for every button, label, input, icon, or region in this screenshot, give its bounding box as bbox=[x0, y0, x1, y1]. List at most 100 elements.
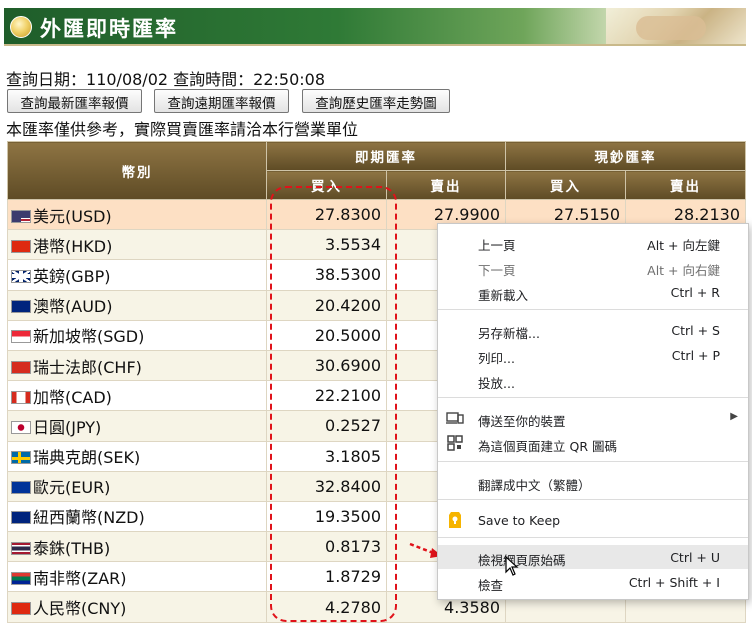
currency-cell: 瑞典克朗(SEK) bbox=[7, 440, 267, 472]
menu-item-label: 翻譯成中文（繁體） bbox=[478, 478, 591, 493]
menu-item-shortcut: Ctrl + R bbox=[670, 285, 720, 300]
menu-item-send-to-device[interactable]: 傳送至你的裝置 ▶ bbox=[438, 406, 748, 430]
menu-item-shortcut: Alt + 向左鍵 bbox=[647, 238, 720, 253]
sg-flag-icon bbox=[11, 330, 31, 344]
menu-item-label: 檢查 bbox=[478, 578, 504, 593]
page-title: 外匯即時匯率 bbox=[40, 17, 178, 41]
currency-cell: 紐西蘭幣(NZD) bbox=[7, 500, 267, 533]
menu-item-cast[interactable]: 投放... bbox=[438, 368, 748, 392]
currency-cell: 歐元(EUR) bbox=[7, 470, 267, 502]
menu-separator bbox=[438, 309, 748, 310]
ca-flag-icon bbox=[11, 390, 31, 404]
jp-flag-icon bbox=[11, 420, 31, 434]
menu-item-label: Save to Keep bbox=[478, 513, 561, 528]
query-time: 22:50:08 bbox=[253, 70, 326, 89]
menu-separator bbox=[438, 537, 748, 538]
se-flag-icon bbox=[11, 451, 31, 465]
currency-name: 人民幣(CNY) bbox=[33, 599, 127, 619]
menu-item-label: 為這個頁面建立 QR 圖碼 bbox=[478, 439, 617, 454]
currency-name: 新加坡幣(SGD) bbox=[33, 327, 145, 347]
currency-name: 港幣(HKD) bbox=[33, 236, 113, 256]
menu-item-shortcut: Ctrl + S bbox=[671, 323, 720, 338]
currency-name: 英鎊(GBP) bbox=[33, 266, 111, 286]
menu-item-shortcut: Ctrl + P bbox=[671, 348, 720, 363]
za-flag-icon bbox=[11, 571, 31, 585]
us-flag-icon bbox=[11, 209, 31, 223]
currency-name: 南非幣(ZAR) bbox=[33, 568, 127, 588]
spot-sell-header: 賣出 bbox=[386, 170, 506, 200]
menu-item-label: 列印... bbox=[478, 351, 515, 366]
th-flag-icon bbox=[11, 541, 31, 555]
menu-item-label: 傳送至你的裝置 bbox=[478, 414, 566, 429]
menu-item-save-to-keep[interactable]: Save to Keep bbox=[438, 508, 748, 532]
browser-context-menu: 上一頁 Alt + 向左鍵 下一頁 Alt + 向右鍵 重新載入 Ctrl + … bbox=[437, 223, 749, 600]
currency-name: 美元(USD) bbox=[33, 206, 112, 226]
menu-separator bbox=[438, 461, 748, 462]
currency-cell: 人民幣(CNY) bbox=[7, 591, 267, 623]
currency-name: 瑞士法郎(CHF) bbox=[33, 357, 142, 377]
menu-item-save-as[interactable]: 另存新檔... Ctrl + S bbox=[438, 318, 748, 342]
currency-cell: 港幣(HKD) bbox=[7, 229, 267, 261]
menu-item-label: 另存新檔... bbox=[478, 326, 540, 341]
menu-item-print[interactable]: 列印... Ctrl + P bbox=[438, 343, 748, 367]
qr-code-icon bbox=[447, 435, 463, 451]
currency-cell: 泰銖(THB) bbox=[7, 531, 267, 563]
currency-cell: 南非幣(ZAR) bbox=[7, 561, 267, 593]
menu-item-label: 檢視網頁原始碼 bbox=[478, 553, 566, 568]
query-info: 查詢日期：110/08/02 查詢時間：22:50:08 bbox=[6, 66, 325, 90]
query-date-label: 查詢日期： bbox=[6, 70, 87, 89]
spot-rate-header: 即期匯率 bbox=[266, 141, 506, 171]
mouse-pointer-icon bbox=[505, 556, 519, 576]
devices-icon bbox=[446, 412, 464, 424]
currency-name: 瑞典克朗(SEK) bbox=[33, 448, 141, 468]
menu-item-label: 重新載入 bbox=[478, 288, 529, 303]
menu-item-forward: 下一頁 Alt + 向右鍵 bbox=[438, 255, 748, 279]
gb-flag-icon bbox=[11, 269, 31, 283]
menu-item-translate[interactable]: 翻譯成中文（繁體） bbox=[438, 470, 748, 494]
cn-flag-icon bbox=[11, 602, 31, 616]
cash-sell-header: 賣出 bbox=[625, 170, 746, 200]
query-date: 110/08/02 bbox=[86, 70, 169, 89]
history-chart-button[interactable]: 查詢歷史匯率走勢圖 bbox=[302, 89, 450, 113]
menu-item-shortcut: Alt + 向右鍵 bbox=[647, 263, 720, 278]
menu-item-shortcut: Ctrl + U bbox=[670, 550, 720, 565]
hk-flag-icon bbox=[11, 239, 31, 253]
latest-rates-button[interactable]: 查詢最新匯率報價 bbox=[7, 89, 142, 113]
menu-separator bbox=[438, 397, 748, 398]
currency-name: 日圓(JPY) bbox=[33, 417, 102, 437]
spot-buy-annotation bbox=[270, 186, 397, 622]
menu-item-shortcut: Ctrl + Shift + I bbox=[628, 575, 720, 590]
currency-name: 泰銖(THB) bbox=[33, 538, 111, 558]
au-flag-icon bbox=[11, 300, 31, 314]
cash-rate-header: 現鈔匯率 bbox=[505, 141, 746, 171]
cash-buy-header: 買入 bbox=[505, 170, 626, 200]
menu-separator bbox=[438, 499, 748, 500]
menu-item-label: 上一頁 bbox=[478, 238, 516, 253]
nz-flag-icon bbox=[11, 511, 31, 525]
currency-cell: 澳幣(AUD) bbox=[7, 289, 267, 321]
header-bullet-icon bbox=[10, 16, 32, 38]
currency-name: 加幣(CAD) bbox=[33, 387, 112, 407]
ch-flag-icon bbox=[11, 360, 31, 374]
forward-rates-button[interactable]: 查詢遠期匯率報價 bbox=[154, 89, 289, 113]
currency-cell: 日圓(JPY) bbox=[7, 410, 267, 442]
menu-item-qr-code[interactable]: 為這個頁面建立 QR 圖碼 bbox=[438, 431, 748, 455]
currency-name: 歐元(EUR) bbox=[33, 478, 111, 498]
menu-item-view-source[interactable]: 檢視網頁原始碼 Ctrl + U bbox=[438, 545, 748, 569]
keep-icon bbox=[449, 512, 461, 528]
menu-item-label: 投放... bbox=[478, 376, 515, 391]
menu-item-reload[interactable]: 重新載入 Ctrl + R bbox=[438, 280, 748, 304]
query-time-label: 查詢時間： bbox=[173, 70, 254, 89]
currency-column-header: 幣別 bbox=[7, 141, 267, 200]
menu-item-label: 下一頁 bbox=[478, 263, 516, 278]
currency-cell: 瑞士法郎(CHF) bbox=[7, 349, 267, 382]
submenu-arrow-icon: ▶ bbox=[730, 411, 738, 422]
currency-cell: 加幣(CAD) bbox=[7, 380, 267, 412]
menu-item-inspect[interactable]: 檢查 Ctrl + Shift + I bbox=[438, 570, 748, 594]
currency-cell: 新加坡幣(SGD) bbox=[7, 319, 267, 351]
eu-flag-icon bbox=[11, 481, 31, 495]
currency-name: 紐西蘭幣(NZD) bbox=[33, 508, 145, 528]
page-header-banner: 外匯即時匯率 bbox=[4, 8, 746, 46]
handshake-image bbox=[606, 8, 746, 44]
menu-item-back[interactable]: 上一頁 Alt + 向左鍵 bbox=[438, 230, 748, 254]
